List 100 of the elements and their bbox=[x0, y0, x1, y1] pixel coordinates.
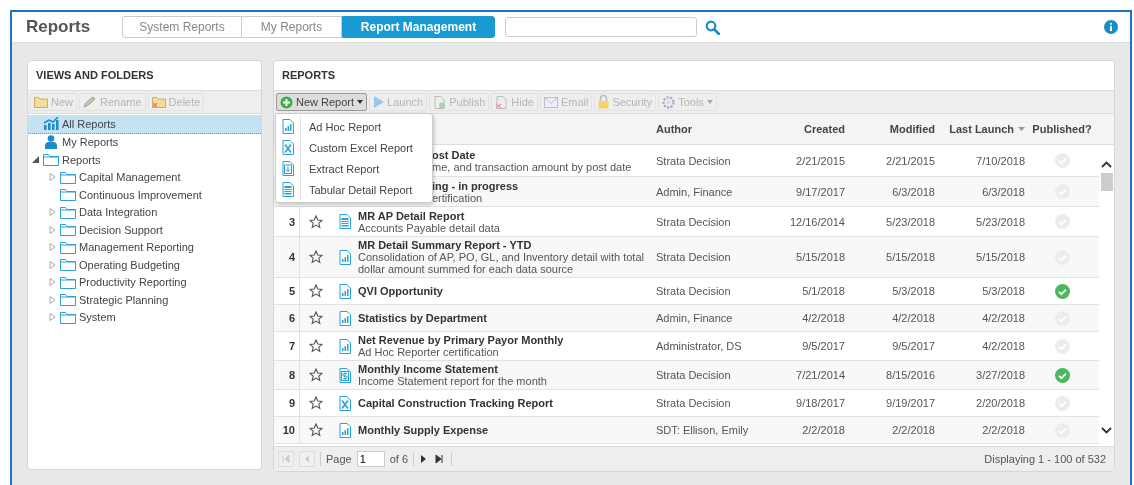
tree-item[interactable]: Capital Management bbox=[28, 168, 261, 186]
publish-icon bbox=[433, 95, 447, 109]
table-cell: 5/23/2018 bbox=[976, 215, 1025, 228]
report-name[interactable]: ost Date bbox=[432, 148, 650, 161]
table-cell: 4/2/2018 bbox=[802, 312, 845, 324]
table-cell: 2/21/2015 bbox=[886, 154, 935, 167]
table-cell: 5/23/2018 bbox=[886, 215, 935, 228]
star-icon[interactable] bbox=[309, 214, 323, 229]
table-cell: 5/15/2018 bbox=[886, 251, 935, 263]
table-cell: Strata Decision bbox=[656, 397, 731, 409]
menu-item[interactable]: Ad Hoc Report bbox=[276, 116, 432, 137]
table-cell: SDT: Ellison, Emily bbox=[656, 424, 749, 436]
search-field[interactable] bbox=[505, 17, 697, 37]
tab[interactable]: My Reports bbox=[242, 16, 342, 38]
paging-status: Displaying 1 - 100 of 532 bbox=[984, 453, 1106, 465]
scrollbar-thumb[interactable] bbox=[1100, 173, 1113, 191]
tree-item[interactable]: Data Integration bbox=[28, 203, 261, 221]
report-name[interactable]: Monthly Supply Expense bbox=[358, 424, 650, 436]
menu-item[interactable]: Tabular Detail Report bbox=[276, 179, 432, 200]
row-number: 9 bbox=[288, 397, 295, 409]
expander-icon[interactable] bbox=[32, 156, 39, 164]
tree-item[interactable]: Reports bbox=[28, 151, 261, 169]
tree-item[interactable]: Continuous Improvement bbox=[28, 186, 261, 204]
tree-item[interactable]: Management Reporting bbox=[28, 238, 261, 256]
scroll-up-icon[interactable] bbox=[1101, 161, 1112, 168]
column-header[interactable]: Author bbox=[650, 123, 755, 135]
search-icon[interactable] bbox=[705, 19, 720, 35]
column-header[interactable]: Published? bbox=[1025, 123, 1099, 135]
folder-icon bbox=[43, 153, 59, 167]
star-icon[interactable] bbox=[309, 311, 323, 325]
tree-item[interactable]: System bbox=[28, 308, 261, 326]
tree-item[interactable]: My Reports bbox=[28, 133, 261, 151]
table-cell: 12/16/2014 bbox=[789, 215, 845, 228]
table-cell: Administrator, DS bbox=[656, 340, 742, 352]
table-cell: 2/2/2018 bbox=[982, 424, 1025, 436]
folder-delete-icon bbox=[151, 96, 166, 108]
page-field[interactable]: 1 bbox=[356, 451, 385, 467]
caret-icon bbox=[357, 100, 364, 104]
tree-item[interactable]: Operating Budgeting bbox=[28, 256, 261, 274]
folder-icon bbox=[60, 293, 76, 307]
page-title: Reports bbox=[26, 17, 92, 37]
tree-item[interactable]: Strategic Planning bbox=[28, 291, 261, 309]
table-cell: Strata Decision bbox=[656, 154, 731, 167]
page-label: Page bbox=[326, 453, 352, 465]
report-description: me, and transaction amount by post date bbox=[432, 160, 633, 173]
report-name[interactable]: MR Detail Summary Report - YTD bbox=[358, 239, 650, 251]
table-cell: 6/3/2018 bbox=[892, 185, 935, 198]
star-icon[interactable] bbox=[309, 423, 323, 437]
row-number: 4 bbox=[288, 251, 295, 263]
tree-item[interactable]: All Reports bbox=[28, 115, 261, 134]
table-cell: Admin, Finance bbox=[656, 185, 733, 198]
table-cell: 9/17/2017 bbox=[796, 185, 845, 198]
tree-item[interactable]: Decision Support bbox=[28, 221, 261, 239]
report-name[interactable]: MR AP Detail Report bbox=[358, 209, 650, 222]
tab[interactable]: System Reports bbox=[122, 16, 242, 38]
table-cell: 3/27/2018 bbox=[976, 369, 1025, 381]
report-name[interactable]: Monthly Income Statement bbox=[358, 363, 650, 375]
table-cell: 5/15/2018 bbox=[796, 251, 845, 263]
column-header[interactable]: Created bbox=[755, 123, 845, 135]
add-icon bbox=[280, 95, 293, 109]
report-name[interactable]: Statistics by Department bbox=[358, 312, 650, 324]
menu-item[interactable]: Custom Excel Report bbox=[276, 137, 432, 158]
table-cell: Admin, Finance bbox=[656, 312, 733, 324]
table-cell: 2/2/2018 bbox=[892, 424, 935, 436]
table-cell: Strata Decision bbox=[656, 215, 731, 228]
table-cell: 2/20/2018 bbox=[976, 397, 1025, 409]
report-description: Ad Hoc Reporter certification bbox=[358, 346, 500, 358]
folder-icon bbox=[60, 170, 76, 184]
table-cell: 9/5/2017 bbox=[892, 340, 935, 352]
row-number: 7 bbox=[288, 340, 295, 352]
table-cell: 4/2/2018 bbox=[982, 312, 1025, 324]
menu-item[interactable]: Extract Report bbox=[276, 158, 432, 179]
table-cell: 9/5/2017 bbox=[802, 340, 845, 352]
table-cell: 6/3/2018 bbox=[982, 185, 1025, 198]
folder-icon bbox=[60, 258, 76, 272]
scroll-down-icon[interactable] bbox=[1101, 427, 1112, 434]
star-icon[interactable] bbox=[309, 368, 323, 382]
table-cell: 5/1/2018 bbox=[802, 285, 845, 297]
report-description: Consolidation of AP, PO, GL, and Inventory detail with total dollar amount summed for each data source bbox=[358, 251, 645, 275]
table-cell: 5/15/2018 bbox=[976, 251, 1025, 263]
folder-icon bbox=[60, 188, 76, 202]
star-icon[interactable] bbox=[309, 339, 323, 353]
column-header[interactable]: Modified bbox=[845, 123, 935, 135]
table-cell: 7/21/2014 bbox=[796, 369, 845, 381]
report-description: ertification bbox=[432, 191, 483, 204]
tree-item[interactable]: Productivity Reporting bbox=[28, 273, 261, 291]
column-header[interactable]: Last Launch bbox=[935, 123, 1025, 135]
report-name[interactable]: Capital Construction Tracking Report bbox=[358, 397, 650, 409]
toolbar-button[interactable]: New Report bbox=[276, 93, 368, 111]
report-description: Accounts Payable detail data bbox=[358, 221, 501, 234]
report-name[interactable]: QVI Opportunity bbox=[358, 285, 650, 297]
star-icon[interactable] bbox=[309, 396, 323, 410]
table-cell: 2/2/2018 bbox=[802, 424, 845, 436]
report-name[interactable]: Net Revenue by Primary Payor Monthly bbox=[358, 334, 650, 346]
star-icon[interactable] bbox=[309, 250, 323, 264]
table-cell: Strata Decision bbox=[656, 251, 731, 263]
star-icon[interactable] bbox=[309, 284, 323, 298]
info-icon[interactable] bbox=[1104, 20, 1118, 34]
table-cell: 5/3/2018 bbox=[982, 285, 1025, 297]
report-name[interactable]: ing - in progress bbox=[432, 179, 650, 192]
